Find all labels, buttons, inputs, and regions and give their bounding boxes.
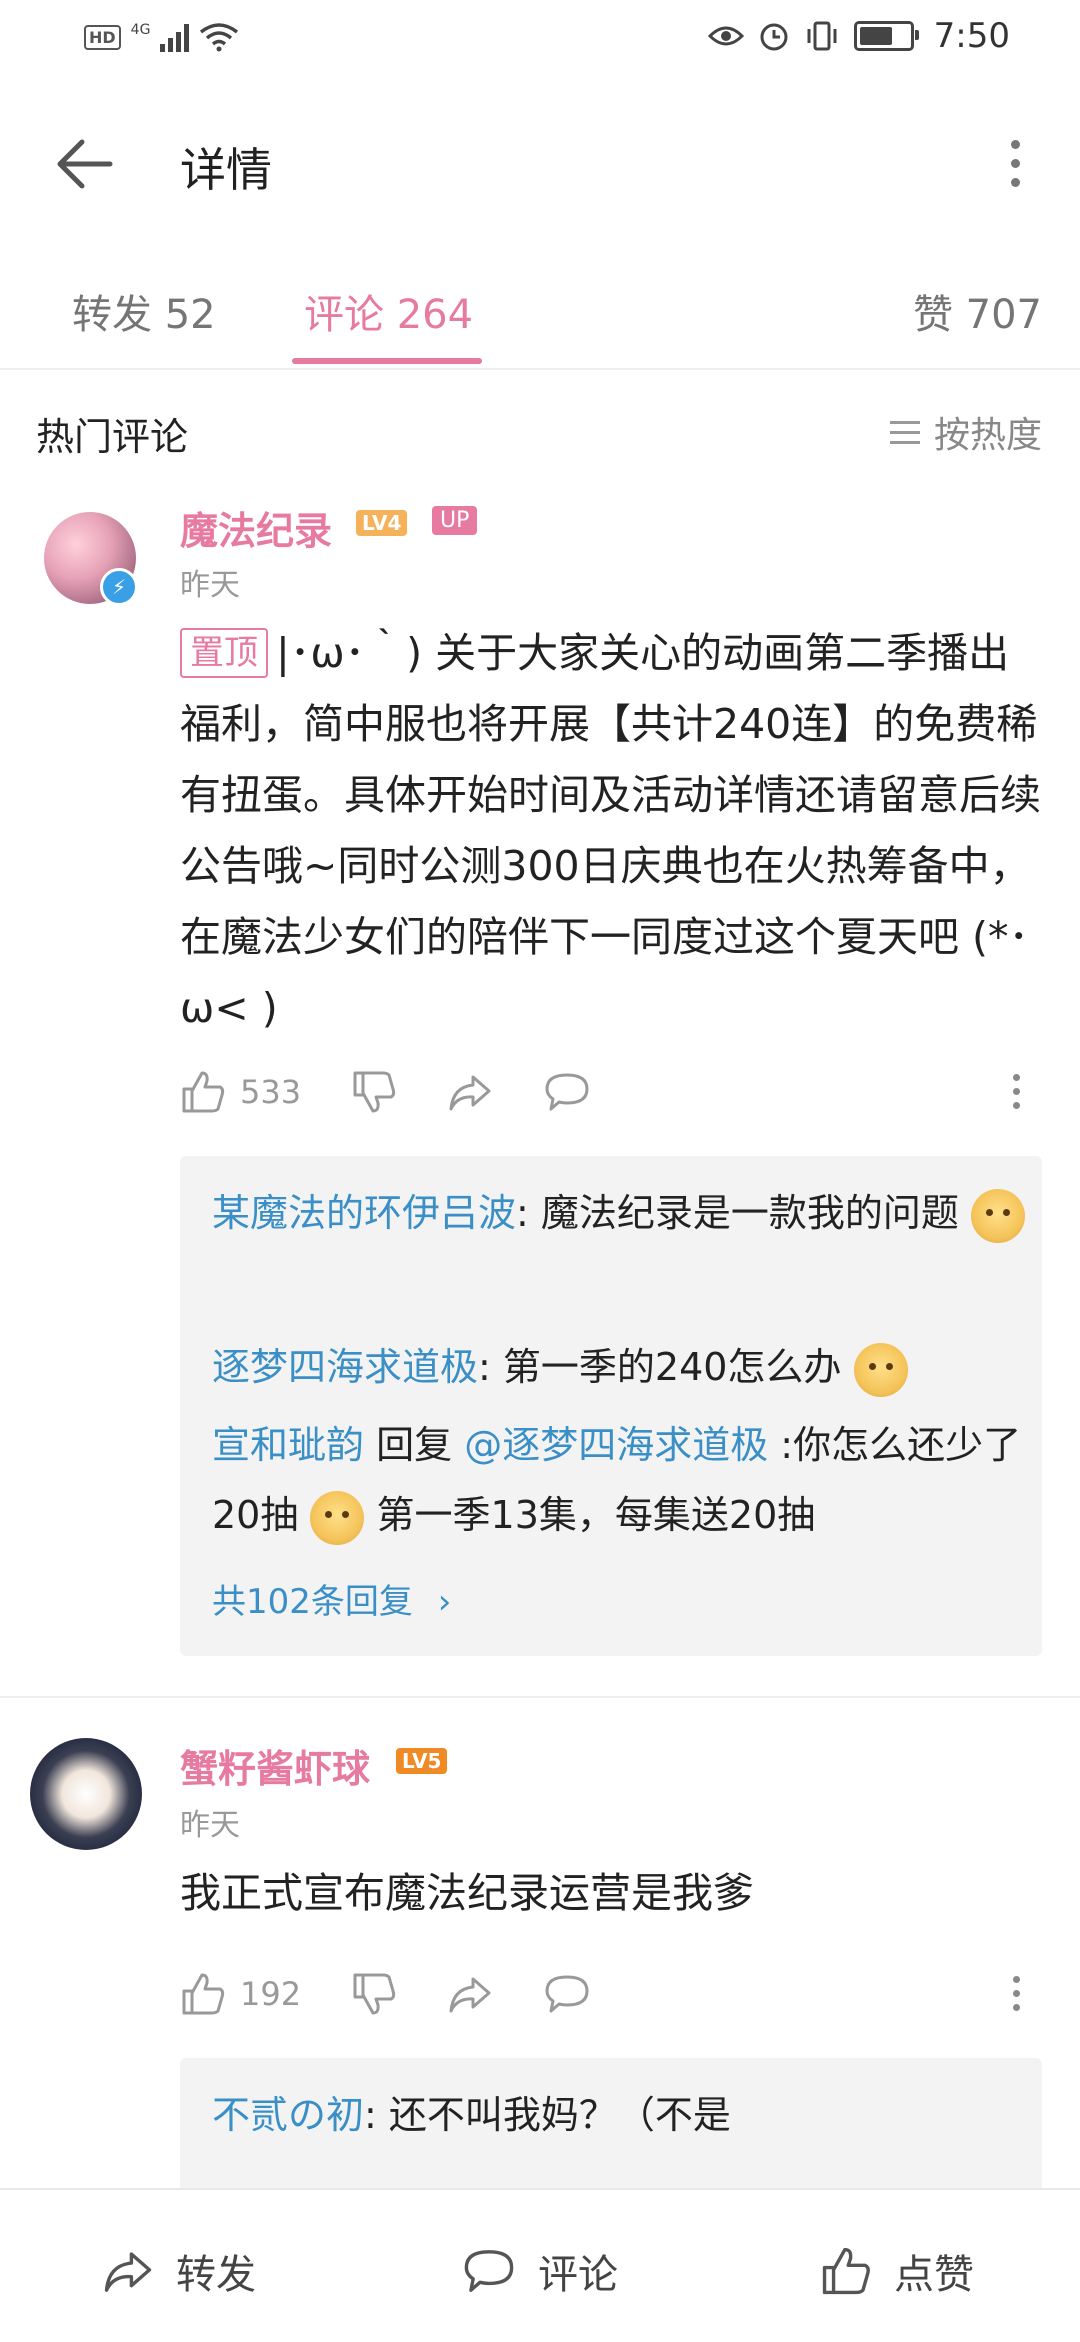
page-title: 详情 [180, 143, 272, 197]
eye-icon [707, 26, 744, 46]
vibrate-icon [807, 21, 837, 51]
reply-author[interactable]: 宣和玼韵 [212, 1423, 364, 1467]
reply-separator: : [768, 1423, 794, 1467]
chat-bubble-icon [545, 1073, 589, 1111]
tab-bar: 转发 52 评论 264 赞 707 [0, 260, 1080, 370]
crying-emoji-icon [310, 1490, 365, 1545]
like-action[interactable]: 点赞 [818, 2242, 974, 2300]
alarm-icon [760, 23, 788, 51]
reply-text: 还不叫我妈？（不是 [388, 2093, 731, 2137]
reply-mention[interactable]: @逐梦四海求道极 [464, 1423, 768, 1467]
more-replies-label: 共102条回复 [212, 1582, 413, 1622]
like-button[interactable]: 192 [180, 1971, 301, 2017]
reply-separator: : [364, 2093, 389, 2137]
share-label: 转发 [176, 2252, 256, 2298]
doge-emoji-icon [853, 1342, 908, 1397]
reply-author[interactable]: 逐梦四海求道极 [212, 1345, 478, 1389]
level-badge: LV4 [356, 510, 408, 536]
thumb-up-icon [182, 1973, 225, 2015]
like-count: 533 [240, 1073, 302, 1111]
chat-bubble-icon [545, 1975, 589, 2013]
reply-mid: 回复 [364, 1423, 465, 1467]
thumb-up-icon [182, 1071, 225, 1113]
avatar[interactable] [30, 1738, 142, 1850]
tab-indicator [292, 358, 482, 364]
tab-likes[interactable]: 赞 707 [913, 282, 1042, 340]
username[interactable]: 蟹籽酱虾球 [180, 1738, 370, 1793]
share-icon [449, 1977, 491, 2013]
verified-icon: ⚡ [100, 568, 138, 606]
tab-reposts[interactable]: 转发 52 [72, 282, 216, 340]
sort-button[interactable]: 按热度 [889, 406, 1042, 458]
doge-emoji-icon [971, 1188, 1026, 1243]
comment-action[interactable]: 评论 [460, 2242, 618, 2300]
like-label: 点赞 [894, 2252, 974, 2298]
share-button[interactable] [447, 1971, 493, 2017]
share-icon [449, 1075, 491, 1111]
reply-text: 第一季的240怎么办 [502, 1345, 842, 1389]
reply-item[interactable]: 某魔法的环伊吕波: 魔法纪录是一款我的问题 [212, 1178, 1032, 1248]
share-icon [104, 2252, 152, 2292]
dislike-button[interactable] [351, 1069, 397, 1115]
thumb-down-icon [353, 1071, 396, 1113]
signal-icon [160, 22, 190, 52]
menu-lines-icon [889, 420, 920, 444]
network-label: 4G [130, 22, 151, 38]
clock: 7:50 [933, 16, 1010, 56]
reply-separator: : [478, 1345, 503, 1389]
chevron-right-icon: › [437, 1582, 452, 1622]
battery-icon [853, 21, 919, 51]
chat-bubble-icon [464, 2250, 514, 2292]
share-button[interactable] [447, 1069, 493, 1115]
comment-actions: 192 [180, 1964, 1040, 2024]
reply-panel: 某魔法的环伊吕波: 魔法纪录是一款我的问题 逐梦四海求道极: 第一季的240怎么… [180, 1156, 1042, 1656]
comment-time: 昨天 [180, 1808, 240, 1843]
up-badge: UP [432, 506, 478, 535]
comment-label: 评论 [538, 2252, 618, 2298]
back-arrow-icon[interactable] [50, 134, 120, 194]
reply-separator: : [516, 1191, 541, 1235]
comment-more-icon[interactable] [1013, 1976, 1020, 2011]
pinned-badge: 置顶 [180, 628, 268, 678]
reply-text-2: 第一季13集，每集送20抽 [364, 1493, 816, 1537]
reply-author[interactable]: 某魔法的环伊吕波 [212, 1191, 516, 1235]
reply-text: 魔法纪录是一款我的问题 [540, 1191, 959, 1235]
comment-actions: 533 [180, 1062, 1040, 1122]
hd-icon: HD [84, 24, 121, 50]
more-vert-icon[interactable] [1011, 140, 1020, 187]
reply-item[interactable]: 不贰の初: 还不叫我妈？（不是 [212, 2080, 1032, 2150]
like-button[interactable]: 533 [180, 1069, 301, 1115]
wifi-icon [200, 23, 239, 52]
tab-comments[interactable]: 评论 264 [304, 282, 473, 340]
comment-text: 置顶 |･ω･｀) 关于大家关心的动画第二季播出福利，简中服也将开展【共计240连… [180, 618, 1046, 1044]
like-count: 192 [240, 1975, 302, 2013]
view-more-replies-link[interactable]: 共102条回复 › [212, 1574, 451, 1623]
reply-item[interactable]: 逐梦四海求道极: 第一季的240怎么办 [212, 1332, 1032, 1402]
reply-item[interactable]: 宣和玼韵 回复 @逐梦四海求道极 :你怎么还少了20抽 第一季13集，每集送20… [212, 1410, 1032, 1550]
reply-button[interactable] [543, 1971, 591, 2017]
section-title: 热门评论 [36, 415, 189, 459]
bottom-action-bar: 转发 评论 点赞 [0, 2188, 1080, 2342]
username[interactable]: 魔法纪录 [180, 500, 332, 555]
reply-author[interactable]: 不贰の初 [212, 2093, 364, 2137]
comment-time: 昨天 [180, 568, 240, 603]
dislike-button[interactable] [351, 1971, 397, 2017]
status-bar: HD 4G 7:50 [0, 0, 1080, 84]
sort-label: 按热度 [933, 415, 1042, 456]
comment-more-icon[interactable] [1013, 1074, 1020, 1109]
divider [0, 1696, 1080, 1698]
reply-button[interactable] [543, 1069, 591, 1115]
level-badge: LV5 [396, 1748, 448, 1774]
share-action[interactable]: 转发 [100, 2242, 256, 2300]
thumb-down-icon [353, 1973, 396, 2015]
thumb-up-icon [822, 2247, 870, 2295]
comment-body: |･ω･｀) 关于大家关心的动画第二季播出福利，简中服也将开展【共计240连】的… [180, 629, 1041, 1032]
comment-text: 我正式宣布魔法纪录运营是我爹 [180, 1869, 754, 1917]
app-bar: 详情 [0, 100, 1080, 230]
